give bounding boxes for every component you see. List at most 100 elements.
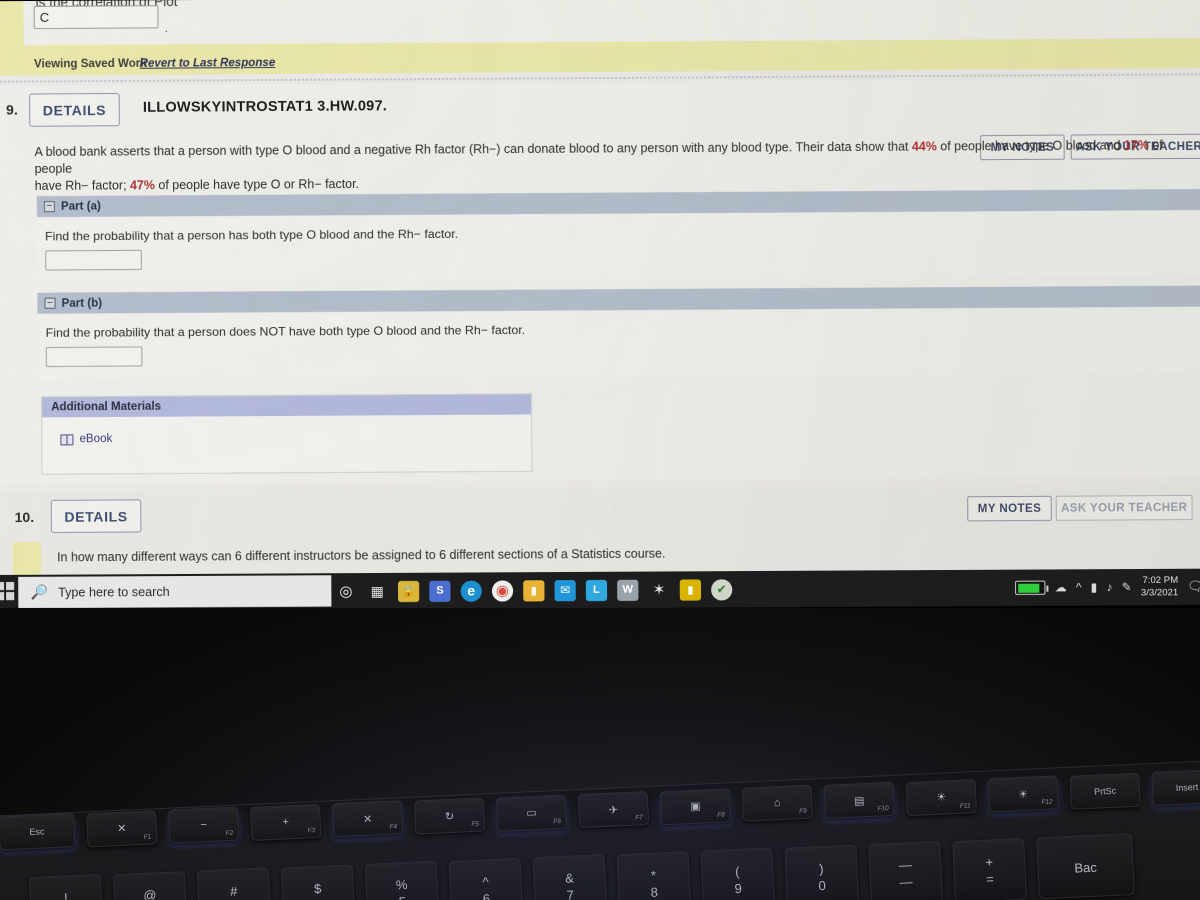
lastpass-icon[interactable]: L — [585, 579, 608, 601]
chevron-up-icon[interactable]: ^ — [1076, 580, 1082, 594]
touchpad-toggle-key[interactable]: ▭ F6 — [495, 794, 568, 832]
task-view-icon[interactable]: ▦ — [366, 580, 388, 602]
backspace-key-lower: Bac — [1074, 859, 1098, 876]
prompt-part-2a: have Rh− factor; — [34, 178, 131, 194]
search-placeholder: Type here to search — [58, 584, 170, 600]
key-minus-lower: — — [899, 874, 913, 890]
key-6[interactable]: ^ 6 — [448, 857, 524, 900]
key-0[interactable]: ) 0 — [784, 844, 860, 900]
file-explorer-icon[interactable]: ▮ — [523, 579, 545, 602]
key-minus[interactable]: — — — [868, 840, 944, 900]
network-icon[interactable]: ▮ — [1091, 580, 1098, 594]
ebook-icon — [60, 433, 74, 445]
key-7-lower: 7 — [566, 887, 575, 900]
key-3[interactable]: #3 — [196, 867, 272, 900]
key-4[interactable]: $4 — [280, 863, 356, 900]
question-10-ask-teacher-button[interactable]: ASK YOUR TEACHER — [1055, 494, 1193, 521]
prompt-part-2b: of people have type O or Rh− factor. — [154, 177, 360, 193]
backspace-key[interactable]: Bac — [1036, 833, 1135, 900]
key-8[interactable]: * 8 — [616, 850, 692, 900]
notes-app-icon[interactable]: ▮ — [679, 578, 702, 601]
part-b-question: Find the probability that a person does … — [45, 322, 526, 340]
key-equals[interactable]: + = — [952, 837, 1027, 900]
microphone-mute-key[interactable]: ✕ F4 — [331, 800, 404, 838]
dual-display-key-fn-label: F8 — [717, 811, 725, 819]
print-screen-key[interactable]: PrtSc — [1069, 772, 1141, 810]
lock-key[interactable]: ⌂ F9 — [741, 784, 814, 823]
question-9-code: ILLOWSKYINTROSTAT1 3.HW.097. — [142, 98, 388, 117]
microsoft-edge-icon[interactable]: e — [460, 580, 482, 602]
laptop-keyboard: Esc ✕ F1 − F2 + F3 ✕ F4 ↻ F5 ▭ F6 ✈ F7 ▣ F8 ⌂ F9 ▤ F10 ☀ F11 ☀ F… — [0, 608, 1200, 900]
clock-date: 3/3/2021 — [1140, 586, 1179, 599]
key-9-lower: 9 — [734, 880, 743, 897]
additional-materials-ebook-item[interactable]: eBook — [60, 433, 112, 445]
battery-icon[interactable] — [1015, 580, 1046, 595]
pen-icon[interactable]: ✎ — [1122, 580, 1132, 594]
key-5[interactable]: %5 — [364, 860, 440, 900]
key-9[interactable]: (9 — [700, 847, 776, 900]
cortana-icon[interactable]: ◎ — [335, 580, 357, 602]
taskbar-search-box[interactable]: 🔍 Type here to search — [18, 575, 332, 609]
key-8-lower: 8 — [650, 884, 659, 900]
brightness-down-key-fn-label: F11 — [959, 801, 971, 810]
revert-to-last-response-link[interactable]: Revert to Last Response — [140, 57, 276, 70]
esc-key[interactable]: Esc — [0, 813, 76, 851]
webroot-shield-icon[interactable]: ✔ — [711, 578, 733, 601]
key-6-lower: 6 — [482, 890, 491, 900]
part-b-answer-input[interactable] — [45, 346, 143, 368]
volume-down-key[interactable]: − F2 — [168, 806, 240, 844]
word-icon[interactable]: W — [617, 579, 639, 601]
settings-gear-icon[interactable]: ✶ — [648, 579, 670, 601]
lock-key-glyph: ⌂ — [773, 797, 781, 810]
part-b-collapse-icon[interactable]: − — [44, 297, 56, 309]
teams-icon[interactable]: S — [429, 580, 451, 602]
brightness-down-key[interactable]: ☀ F11 — [905, 778, 977, 816]
mail-icon[interactable]: ✉ — [554, 579, 576, 601]
question-9-prompt: A blood bank asserts that a person with … — [34, 137, 1200, 195]
key-8-upper: * — [650, 867, 657, 883]
question-10-prompt: In how many different ways can 6 differe… — [57, 546, 666, 565]
key-2[interactable]: @2 — [112, 870, 188, 900]
volume-up-key-fn-label: F3 — [307, 826, 316, 835]
microsoft-store-icon[interactable]: 🔒 — [397, 580, 420, 602]
saved-bar-left-edge — [0, 1, 24, 76]
microphone-mute-key-fn-label: F4 — [389, 823, 398, 832]
volume-up-key[interactable]: + F3 — [249, 803, 322, 841]
refresh-key[interactable]: ↻ F5 — [413, 797, 486, 835]
volume-icon[interactable]: ♪ — [1106, 580, 1112, 594]
correlation-answer-input[interactable] — [33, 5, 159, 30]
taskbar-clock[interactable]: 7:02 PM 3/3/2021 — [1141, 575, 1178, 599]
project-display-key-glyph: ▤ — [853, 794, 865, 808]
microphone-mute-key-glyph: ✕ — [362, 813, 373, 826]
system-tray: ☁ ^ ▮ ♪ ✎ 7:02 PM 3/3/2021 🗨 — [1015, 569, 1200, 606]
question-10-details-button[interactable]: DETAILS — [50, 499, 142, 534]
question-9-details-button[interactable]: DETAILS — [29, 93, 120, 127]
clock-time: 7:02 PM — [1142, 574, 1179, 587]
windows-start-icon[interactable] — [0, 581, 15, 601]
part-a-collapse-icon[interactable]: − — [43, 201, 55, 213]
project-display-key[interactable]: ▤ F10 — [823, 781, 896, 819]
dual-display-key[interactable]: ▣ F8 — [659, 788, 732, 826]
question-9-number: 9. — [6, 101, 18, 118]
key-7[interactable]: & 7 — [532, 853, 608, 900]
google-chrome-icon[interactable]: ◉ — [491, 579, 514, 602]
notifications-icon[interactable]: 🗨 — [1187, 579, 1200, 595]
onedrive-icon[interactable]: ☁ — [1055, 580, 1067, 594]
question-9-card: 9. DETAILS ILLOWSKYINTROSTAT1 3.HW.097. … — [0, 78, 1200, 485]
mute-key[interactable]: ✕ F1 — [86, 809, 158, 848]
screenshot-root: is the correlation of Plot . Viewing Sav… — [0, 0, 1200, 900]
key-6-upper: ^ — [482, 873, 489, 890]
key-5-upper: % — [395, 876, 408, 893]
question-10-my-notes-button[interactable]: MY NOTES — [967, 495, 1052, 522]
airplane-mode-key[interactable]: ✈ F7 — [577, 791, 650, 829]
ebook-link[interactable]: eBook — [79, 433, 112, 445]
insert-key[interactable]: Insert — [1151, 769, 1200, 807]
keyboard-deck: Esc ✕ F1 − F2 + F3 ✕ F4 ↻ F5 ▭ F6 ✈ F7 ▣ F8 ⌂ F9 ▤ F10 ☀ F11 ☀ F… — [0, 758, 1200, 900]
additional-materials-title: Additional Materials — [51, 400, 162, 414]
part-a-label: Part (a) — [60, 200, 101, 213]
airplane-mode-key-fn-label: F7 — [635, 814, 644, 822]
brightness-up-key[interactable]: ☀ F12 — [987, 775, 1059, 813]
key-1[interactable]: !1 — [28, 873, 104, 900]
part-a-answer-input[interactable] — [45, 249, 142, 271]
key-1-upper: ! — [63, 890, 69, 900]
